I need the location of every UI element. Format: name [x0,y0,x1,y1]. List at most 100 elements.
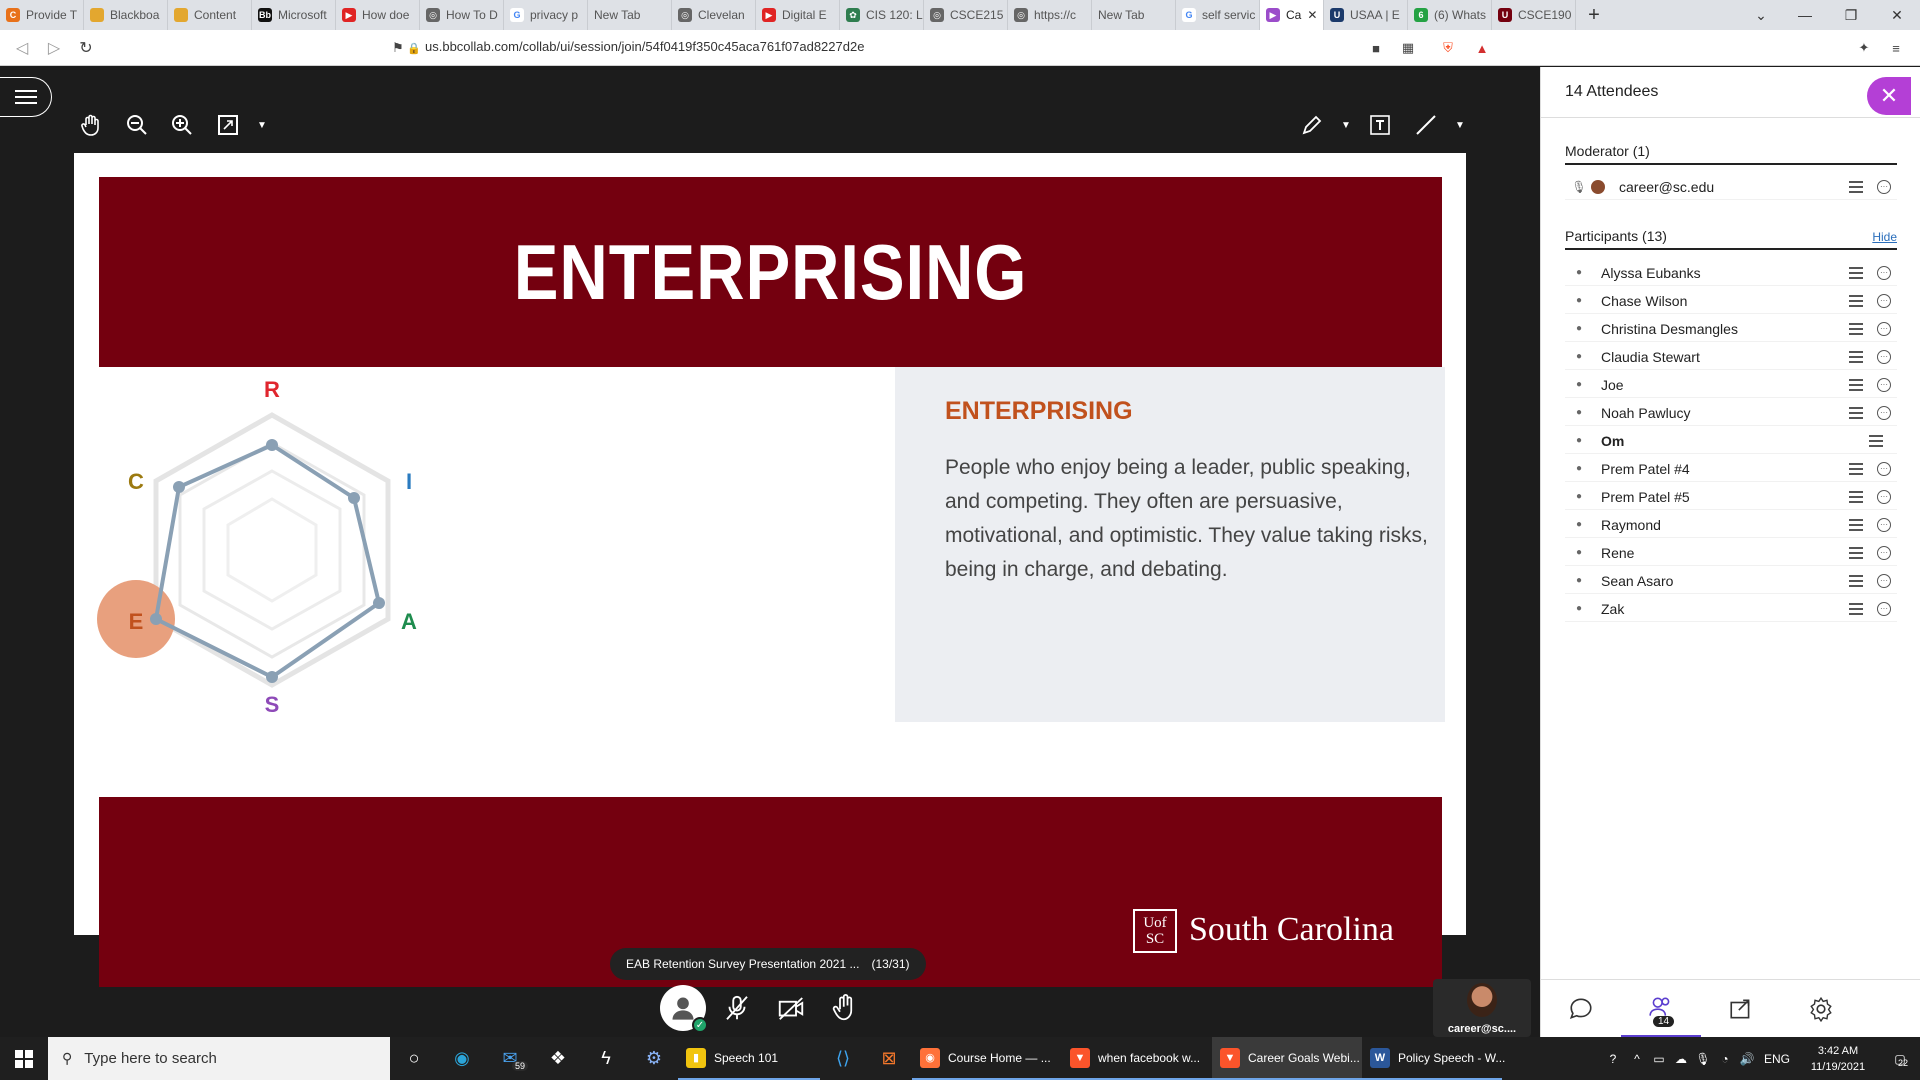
moderator-row[interactable]: 🎙 career@sc.edu ··· [1565,174,1897,200]
url-field[interactable]: us.bbcollab.com/collab/ui/session/join/5… [425,39,864,54]
new-tab-button[interactable]: + [1576,4,1612,27]
microphone-tray-icon[interactable]: 🎙 [1692,1052,1714,1066]
cloud-icon[interactable]: ☁ [1670,1052,1692,1066]
tab-close-icon[interactable]: ✕ [1307,8,1317,22]
browser-tab[interactable]: C Provide T [0,0,84,30]
vscode-icon[interactable]: ⟨⟩ [820,1037,866,1080]
hide-participants-link[interactable]: Hide [1872,230,1897,244]
extensions-icon[interactable]: ✦ [1854,38,1874,58]
fit-dropdown-icon[interactable]: ▼ [248,111,276,139]
browser-tab[interactable]: Content [168,0,252,30]
participant-row[interactable]: ● Chase Wilson ··· [1565,288,1897,314]
participant-row[interactable]: ● Zak ··· [1565,596,1897,622]
activity-list-icon[interactable] [1849,294,1863,307]
settings-tab[interactable] [1781,980,1861,1038]
tray-chevron-icon[interactable]: ^ [1626,1052,1648,1066]
browser-tab[interactable]: Gself servic [1176,0,1260,30]
participant-row[interactable]: ● Joe ··· [1565,372,1897,398]
taskbar-app[interactable]: ◉ Course Home — ... [912,1037,1062,1080]
zoom-out-icon[interactable] [123,111,151,139]
forward-icon[interactable]: ▷ [42,36,66,60]
minimize-button[interactable]: — [1782,0,1828,30]
row-more-icon[interactable]: ··· [1877,489,1891,504]
browser-tab[interactable]: 6 (6) Whats [1408,0,1492,30]
microphone-off-button[interactable] [714,985,760,1031]
browser-tab[interactable]: ◎ How To D [420,0,504,30]
row-more-icon[interactable]: ··· [1877,377,1891,392]
activity-list-icon[interactable] [1849,266,1863,279]
meet-now-icon[interactable]: ▭ [1648,1052,1670,1066]
browser-tab[interactable]: New Tab [1092,0,1176,30]
settings-app-icon[interactable]: ⚙ [630,1037,678,1080]
row-more-icon[interactable]: ··· [1877,573,1891,588]
mail-icon[interactable]: ✉ 59 [486,1037,534,1080]
close-panel-button[interactable]: ✕ [1867,77,1911,115]
row-more-icon[interactable]: ··· [1877,545,1891,560]
browser-tab[interactable]: ◎ https://c [1008,0,1092,30]
xampp-icon[interactable]: ⊠ [866,1037,912,1080]
volume-icon[interactable]: 🔊 [1736,1052,1758,1066]
session-menu-button[interactable] [0,77,52,117]
activity-list-icon[interactable] [1849,322,1863,335]
browser-menu-icon[interactable]: ≡ [1886,38,1906,58]
participant-row[interactable]: ● Christina Desmangles ··· [1565,316,1897,342]
participant-row[interactable]: ● Claudia Stewart ··· [1565,344,1897,370]
row-more-icon[interactable]: ··· [1877,321,1891,336]
zoom-in-icon[interactable] [168,111,196,139]
reload-icon[interactable]: ↻ [74,36,98,60]
fit-page-icon[interactable] [214,111,242,139]
activity-list-icon[interactable] [1869,434,1883,447]
row-more-icon[interactable]: ··· [1877,405,1891,420]
row-more-icon[interactable]: ··· [1877,349,1891,364]
browser-tab[interactable]: ◎ Clevelan [672,0,756,30]
camera-off-button[interactable] [768,985,814,1031]
browser-tab[interactable]: ▶ How doe [336,0,420,30]
row-more-icon[interactable]: ··· [1877,293,1891,308]
participant-row[interactable]: ● Raymond ··· [1565,512,1897,538]
clock[interactable]: 3:42 AM 11/19/2021 [1796,1043,1880,1075]
activity-list-icon[interactable] [1849,490,1863,503]
close-window-button[interactable]: ✕ [1874,0,1920,30]
chat-tab[interactable] [1541,980,1621,1038]
raise-hand-button[interactable] [822,985,868,1031]
participant-row[interactable]: ● Rene ··· [1565,540,1897,566]
taskbar-app[interactable]: ▮ Speech 101 [678,1037,820,1080]
browser-tab[interactable]: New Tab [588,0,672,30]
row-more-icon[interactable]: ··· [1877,179,1891,194]
activity-list-icon[interactable] [1849,574,1863,587]
activity-list-icon[interactable] [1849,180,1863,193]
pan-hand-icon[interactable] [77,111,105,139]
my-status-button[interactable]: ✓ [660,985,708,1033]
activity-list-icon[interactable] [1849,350,1863,363]
tab-search-icon[interactable]: ⌄ [1738,0,1784,30]
line-tool-icon[interactable] [1412,111,1440,139]
participant-row[interactable]: ● Om [1565,428,1897,454]
taskbar-app[interactable]: ▼ Career Goals Webi... [1212,1037,1362,1080]
taskbar-search[interactable]: ⚲ Type here to search [48,1037,390,1080]
taskbar-app[interactable]: ▼ when facebook w... [1062,1037,1212,1080]
activity-list-icon[interactable] [1849,462,1863,475]
browser-tab[interactable]: Blackboa [84,0,168,30]
participant-row[interactable]: ● Sean Asaro ··· [1565,568,1897,594]
participant-row[interactable]: ● Alyssa Eubanks ··· [1565,260,1897,286]
browser-tab[interactable]: Bb Microsoft [252,0,336,30]
edge-icon[interactable]: ◉ [438,1037,486,1080]
wifi-icon[interactable]: ◔ [1714,1052,1736,1066]
browser-tab[interactable]: Gprivacy p [504,0,588,30]
activity-list-icon[interactable] [1849,546,1863,559]
cortana-icon[interactable]: ○ [390,1037,438,1080]
activity-list-icon[interactable] [1849,406,1863,419]
participant-row[interactable]: ● Noah Pawlucy ··· [1565,400,1897,426]
attendees-tab[interactable]: 14 [1621,980,1701,1038]
row-more-icon[interactable]: ··· [1877,517,1891,532]
activity-list-icon[interactable] [1849,602,1863,615]
browser-tab[interactable]: ▶ Digital E [756,0,840,30]
lightning-app-icon[interactable]: ϟ [582,1037,630,1080]
maximize-button[interactable]: ❐ [1828,0,1874,30]
brave-shield-icon[interactable]: ⛨ [1438,38,1458,58]
browser-tab[interactable]: ✿ CIS 120: L [840,0,924,30]
browser-tab[interactable]: U CSCE190 [1492,0,1576,30]
activity-list-icon[interactable] [1849,518,1863,531]
activity-list-icon[interactable] [1849,378,1863,391]
notifications-icon[interactable]: ▢ 22 [1880,1052,1920,1068]
